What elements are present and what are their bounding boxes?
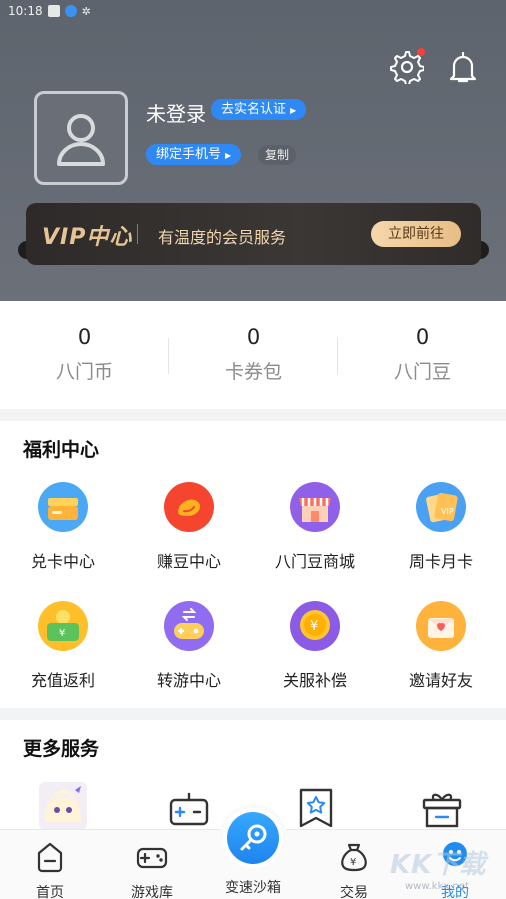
- welfare-label: 邀请好友: [408, 671, 473, 690]
- bookmark-star-icon[interactable]: [292, 784, 340, 832]
- vip-title: VIP中心: [42, 225, 133, 250]
- bind-phone-button[interactable]: 绑定手机号 ▶: [146, 144, 242, 165]
- unread-dot: [417, 48, 425, 56]
- welfare-week-month-card[interactable]: VIP 周卡月卡: [378, 482, 504, 572]
- caret-right-icon: ▶: [225, 151, 232, 160]
- svg-text:¥: ¥: [310, 619, 318, 634]
- welfare-label: 周卡月卡: [408, 552, 473, 571]
- wallet-stats: 0 八门币 0 卡券包 0 八门豆: [0, 301, 506, 409]
- gift-box-icon[interactable]: [418, 786, 466, 834]
- gamepad-icon: [136, 847, 168, 869]
- app-notification-icon: [64, 5, 77, 17]
- stat-bamen-coin[interactable]: 0 八门币: [0, 325, 169, 384]
- watermark-url: www.kkx.net: [405, 881, 469, 892]
- svg-text:VIP: VIP: [441, 507, 454, 516]
- tab-game-library[interactable]: 游戏库: [107, 840, 197, 899]
- bug-icon: ✲: [81, 4, 91, 18]
- welfare-invite-friends[interactable]: 邀请好友: [378, 601, 504, 691]
- vip-go-button[interactable]: 立即前往: [371, 221, 461, 247]
- game-transfer-icon: [164, 601, 214, 651]
- welfare-label: 关服补偿: [282, 671, 347, 690]
- welfare-label: 八门豆商城: [274, 552, 355, 571]
- verify-identity-button[interactable]: 去实名认证 ▶: [211, 99, 307, 120]
- invite-friends-icon: [416, 601, 466, 651]
- status-time: 10:18: [8, 4, 43, 18]
- welfare-label: 赚豆中心: [156, 552, 221, 571]
- gamepad-box-icon[interactable]: [165, 786, 213, 834]
- profile-page: 10:18 ✲ 未登录 去实名认证 ▶ 绑定手机号 ▶ 复制 VIP中心 有温度…: [0, 0, 506, 899]
- anime-avatar-icon[interactable]: [39, 782, 87, 830]
- avatar[interactable]: [34, 91, 128, 185]
- tab-label: 交易: [340, 885, 368, 899]
- tab-trade[interactable]: ¥ 交易: [309, 840, 399, 899]
- vip-divider: [137, 224, 138, 244]
- welfare-center: 福利中心 兑卡中心 赚豆中心 八门豆商城 VIP 周卡月卡 ¥ 充值返利 转游中…: [0, 421, 506, 708]
- stat-value: 0: [246, 325, 261, 349]
- vip-description: 有温度的会员服务: [158, 228, 287, 247]
- welfare-label: 转游中心: [156, 671, 221, 690]
- stat-label: 八门币: [55, 361, 113, 383]
- stat-value: 0: [77, 325, 92, 349]
- server-close-compensation-icon: ¥: [290, 601, 340, 651]
- username[interactable]: 未登录: [146, 98, 206, 127]
- welfare-game-transfer[interactable]: 转游中心: [126, 601, 252, 691]
- bind-phone-label: 绑定手机号: [156, 147, 222, 162]
- recharge-rebate-icon: ¥: [38, 601, 88, 651]
- earn-beans-icon: [164, 482, 214, 532]
- notification-icon: [47, 5, 60, 17]
- stat-bamen-bean[interactable]: 0 八门豆: [338, 325, 506, 384]
- stat-label: 卡券包: [224, 361, 282, 383]
- stat-value: 0: [415, 325, 430, 349]
- caret-right-icon: ▶: [290, 106, 297, 115]
- svg-text:¥: ¥: [350, 857, 356, 868]
- money-bag-icon: ¥: [341, 843, 367, 872]
- weekly-monthly-card-icon: VIP: [416, 482, 466, 532]
- speed-sandbox-icon: [227, 812, 279, 864]
- stat-label: 八门豆: [393, 361, 451, 383]
- notifications-button[interactable]: [443, 47, 483, 87]
- welfare-label: 兑卡中心: [30, 552, 95, 571]
- watermark: KK下载: [390, 850, 487, 880]
- welfare-server-compensation[interactable]: ¥ 关服补偿: [252, 601, 378, 691]
- profile-header: 10:18 ✲ 未登录 去实名认证 ▶ 绑定手机号 ▶ 复制 VIP中心 有温度…: [0, 0, 506, 301]
- welfare-bean-mall[interactable]: 八门豆商城: [252, 482, 378, 572]
- bean-mall-icon: [290, 482, 340, 532]
- status-bar: 10:18 ✲: [0, 0, 506, 22]
- copy-button[interactable]: 复制: [258, 145, 297, 165]
- settings-button[interactable]: [387, 47, 427, 87]
- welfare-card-exchange[interactable]: 兑卡中心: [0, 482, 126, 572]
- speed-sandbox-button[interactable]: [223, 808, 283, 868]
- verify-label: 去实名认证: [221, 102, 287, 117]
- home-icon: [37, 842, 63, 873]
- svg-text:¥: ¥: [59, 628, 65, 639]
- tab-label: 游戏库: [131, 885, 173, 899]
- tab-label: 首页: [36, 885, 64, 899]
- welfare-earn-beans[interactable]: 赚豆中心: [126, 482, 252, 572]
- section-title: 福利中心: [23, 439, 100, 461]
- card-exchange-icon: [38, 482, 88, 532]
- tab-home[interactable]: 首页: [5, 840, 95, 899]
- tab-label: 变速沙箱: [225, 880, 281, 896]
- bell-icon: [449, 51, 477, 83]
- welfare-recharge-rebate[interactable]: ¥ 充值返利: [0, 601, 126, 691]
- section-title: 更多服务: [23, 738, 100, 760]
- welfare-label: 充值返利: [30, 671, 95, 690]
- default-user-icon: [57, 114, 105, 166]
- stat-coupon-wallet[interactable]: 0 卡券包: [169, 325, 338, 384]
